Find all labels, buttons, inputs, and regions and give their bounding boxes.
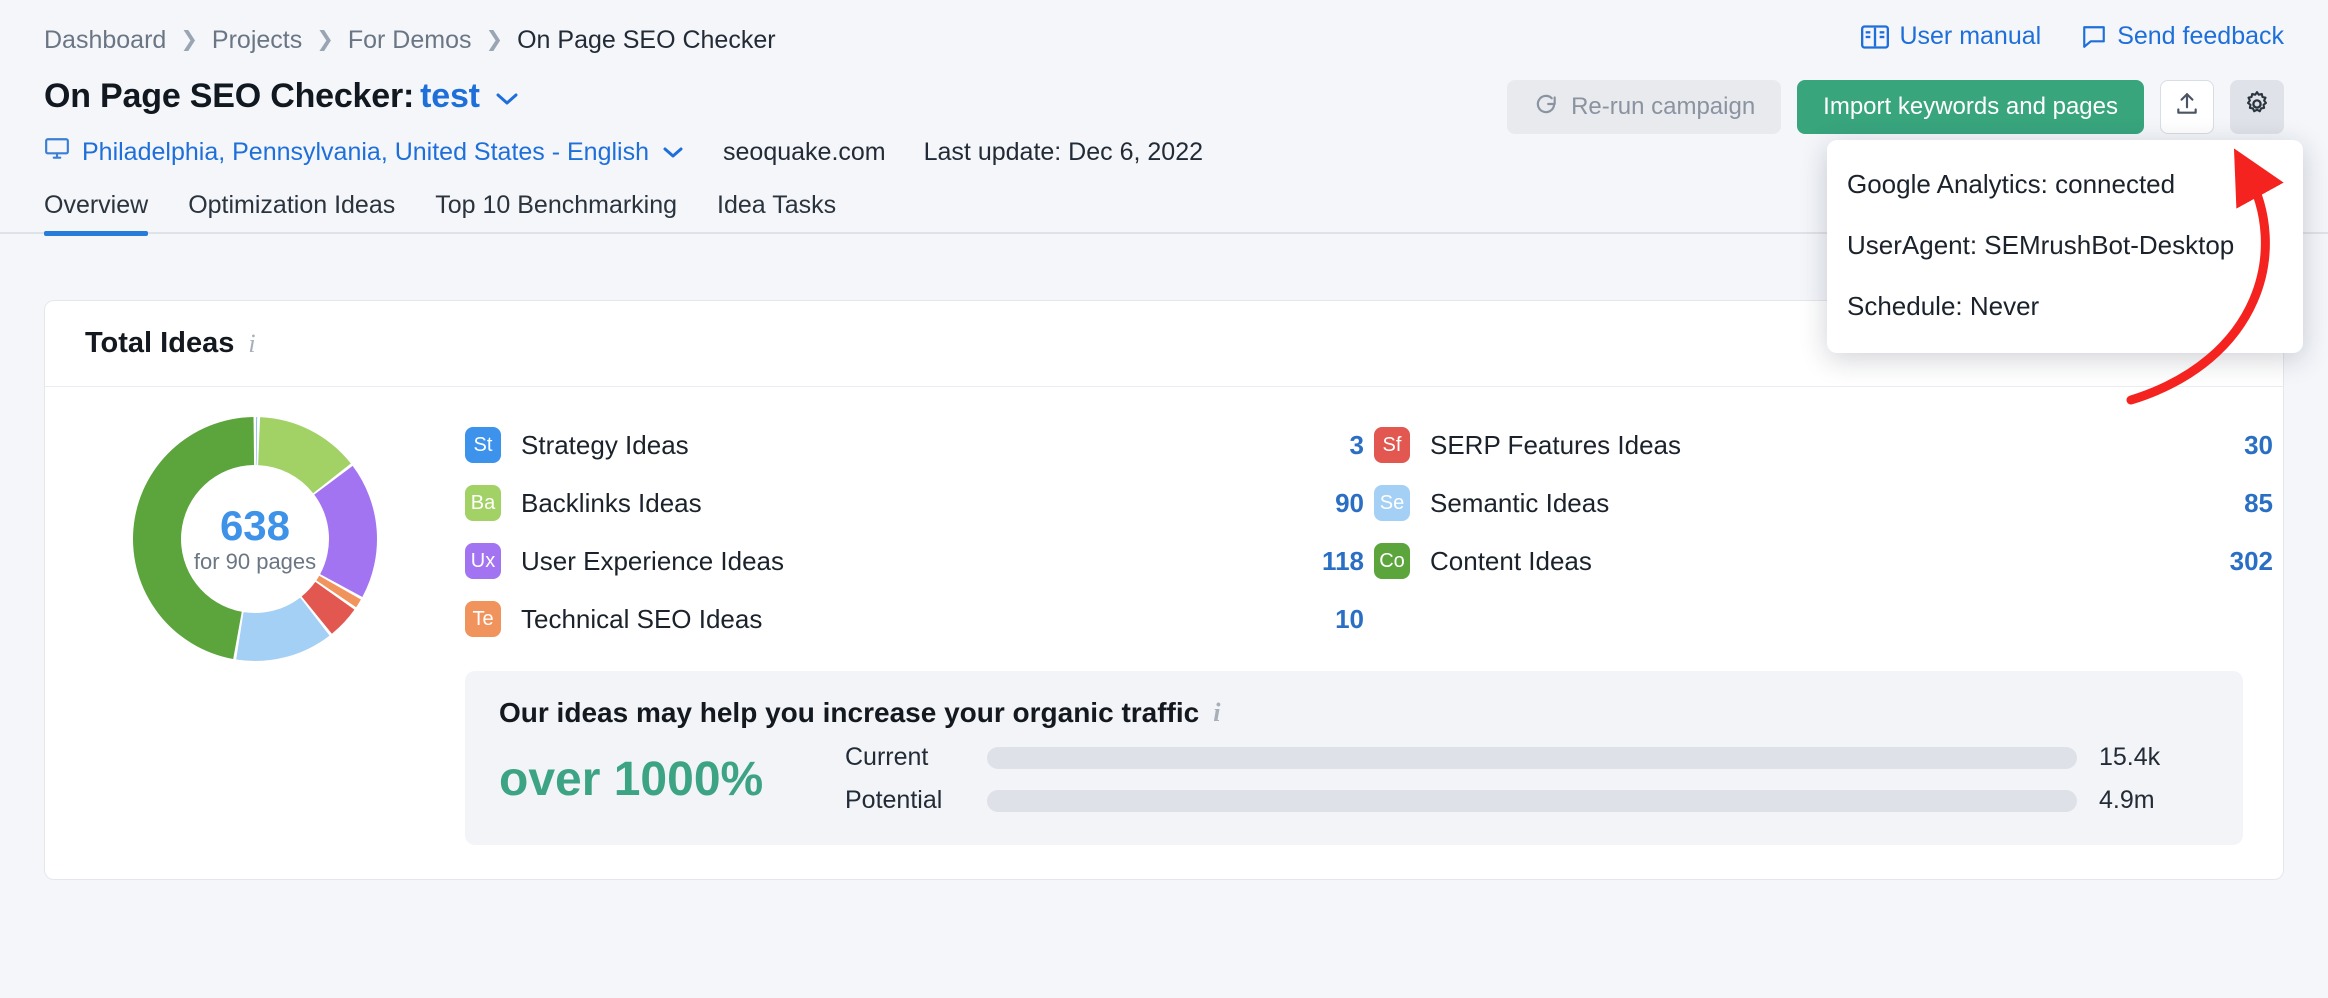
legend-label-content-ideas: Content Ideas [1430, 546, 2193, 577]
legend-label-backlinks-ideas: Backlinks Ideas [521, 488, 1284, 519]
organic-traffic-heading-row: Our ideas may help you increase your org… [499, 697, 2209, 729]
tab-optimization-ideas[interactable]: Optimization Ideas [188, 191, 395, 234]
donut-slice[interactable] [256, 417, 257, 465]
legend-label-semantic-ideas: Semantic Ideas [1430, 488, 2193, 519]
badge-technical-seo-icon: Te [465, 601, 501, 637]
info-icon[interactable]: i [248, 329, 255, 359]
badge-user-experience-icon: Ux [465, 543, 501, 579]
traffic-bar-track-current [987, 747, 2077, 769]
legend-column-right: Sf SERP Features Ideas 30 Se Semantic Id… [1374, 405, 2283, 645]
traffic-bar-row-current: Current 15.4k [845, 743, 2209, 772]
gear-icon [2243, 90, 2271, 125]
legend-label-serp-features-ideas: SERP Features Ideas [1430, 430, 2193, 461]
legend-value-user-experience-ideas: 118 [1284, 546, 1374, 577]
location-chevron-down-icon[interactable] [661, 138, 685, 167]
tab-overview[interactable]: Overview [44, 191, 148, 234]
page-title-prefix: On Page SEO Checker: [44, 77, 414, 115]
book-icon [1861, 24, 1889, 50]
location-label: Philadelphia, Pennsylvania, United State… [82, 138, 649, 167]
badge-backlinks-icon: Ba [465, 485, 501, 521]
organic-traffic-heading: Our ideas may help you increase your org… [499, 697, 1199, 729]
legend-label-strategy-ideas: Strategy Ideas [521, 430, 1284, 461]
traffic-bars: Current 15.4k Potential 4.9m [845, 743, 2209, 815]
rerun-campaign-button[interactable]: Re-run campaign [1507, 80, 1781, 134]
breadcrumb-item-current: On Page SEO Checker [517, 26, 775, 55]
legend-row-backlinks-ideas[interactable]: Ba Backlinks Ideas 90 [465, 477, 1374, 529]
settings-menu-item-google-analytics[interactable]: Google Analytics: connected [1827, 154, 2303, 215]
legend-value-serp-features-ideas: 30 [2193, 430, 2283, 461]
traffic-bar-label-current: Current [845, 743, 965, 772]
badge-content-icon: Co [1374, 543, 1410, 579]
top-utility-links: User manual Send feedback [1861, 22, 2284, 51]
import-keywords-label: Import keywords and pages [1823, 93, 2118, 121]
action-buttons: Re-run campaign Import keywords and page… [1507, 80, 2284, 134]
breadcrumb-item-projects[interactable]: Projects [212, 26, 302, 55]
total-ideas-card: Total Ideas i 638 for 90 pages St Strate… [44, 300, 2284, 880]
tab-idea-tasks[interactable]: Idea Tasks [717, 191, 836, 234]
send-feedback-link[interactable]: Send feedback [2081, 22, 2284, 51]
legend-value-semantic-ideas: 85 [2193, 488, 2283, 519]
tab-top-10-benchmarking[interactable]: Top 10 Benchmarking [435, 191, 677, 234]
legend-row-technical-seo-ideas[interactable]: Te Technical SEO Ideas 10 [465, 593, 1374, 645]
traffic-bar-row-potential: Potential 4.9m [845, 786, 2209, 815]
speech-bubble-icon [2081, 24, 2107, 50]
legend-row-content-ideas[interactable]: Co Content Ideas 302 [1374, 535, 2283, 587]
legend-row-strategy-ideas[interactable]: St Strategy Ideas 3 [465, 419, 1374, 471]
donut-svg [131, 415, 379, 663]
organic-traffic-panel: Our ideas may help you increase your org… [465, 671, 2243, 845]
settings-button[interactable] [2230, 80, 2284, 134]
breadcrumb-item-for-demos[interactable]: For Demos [348, 26, 472, 55]
traffic-bar-value-potential: 4.9m [2099, 786, 2209, 815]
monitor-icon [44, 136, 70, 169]
organic-traffic-body: over 1000% Current 15.4k Potential [499, 743, 2209, 815]
legend-column-left: St Strategy Ideas 3 Ba Backlinks Ideas 9… [465, 405, 1374, 645]
legend-label-technical-seo-ideas: Technical SEO Ideas [521, 604, 1284, 635]
organic-traffic-info-icon[interactable]: i [1213, 698, 1220, 728]
legend-label-user-experience-ideas: User Experience Ideas [521, 546, 1284, 577]
breadcrumb-chevron-icon: ❯ [316, 29, 334, 50]
export-button[interactable] [2160, 80, 2214, 134]
settings-menu-item-useragent[interactable]: UserAgent: SEMrushBot-Desktop [1827, 215, 2303, 276]
user-manual-label: User manual [1899, 22, 2041, 51]
location-selector[interactable]: Philadelphia, Pennsylvania, United State… [44, 136, 685, 169]
rerun-campaign-label: Re-run campaign [1571, 93, 1755, 121]
donut-chart-wrap: 638 for 90 pages [45, 405, 465, 845]
donut-slice[interactable] [314, 466, 377, 597]
breadcrumb-chevron-icon: ❯ [485, 29, 503, 50]
legend-value-content-ideas: 302 [2193, 546, 2283, 577]
page-title: On Page SEO Checker:test [44, 77, 520, 116]
send-feedback-label: Send feedback [2117, 22, 2284, 51]
user-manual-link[interactable]: User manual [1861, 22, 2041, 51]
organic-traffic-percent: over 1000% [499, 752, 819, 807]
legend-value-strategy-ideas: 3 [1284, 430, 1374, 461]
traffic-bar-value-current: 15.4k [2099, 743, 2209, 772]
settings-menu-item-schedule[interactable]: Schedule: Never [1827, 276, 2303, 337]
legend-row-user-experience-ideas[interactable]: Ux User Experience Ideas 118 [465, 535, 1374, 587]
badge-strategy-icon: St [465, 427, 501, 463]
legend-columns: St Strategy Ideas 3 Ba Backlinks Ideas 9… [465, 405, 2283, 645]
badge-serp-features-icon: Sf [1374, 427, 1410, 463]
total-ideas-title: Total Ideas [85, 327, 234, 360]
total-ideas-donut-chart[interactable]: 638 for 90 pages [131, 415, 379, 663]
refresh-icon [1533, 91, 1559, 124]
upload-icon [2174, 91, 2200, 124]
breadcrumb-item-dashboard[interactable]: Dashboard [44, 26, 166, 55]
campaign-name[interactable]: test [420, 77, 480, 115]
legend-value-backlinks-ideas: 90 [1284, 488, 1374, 519]
traffic-bar-track-potential [987, 790, 2077, 812]
donut-slice[interactable] [133, 417, 254, 659]
traffic-bar-label-potential: Potential [845, 786, 965, 815]
campaign-chevron-down-icon[interactable] [494, 77, 520, 116]
legend-row-semantic-ideas[interactable]: Se Semantic Ideas 85 [1374, 477, 2283, 529]
breadcrumb-chevron-icon: ❯ [180, 29, 198, 50]
settings-dropdown-menu: Google Analytics: connected UserAgent: S… [1827, 140, 2303, 353]
legend-row-serp-features-ideas[interactable]: Sf SERP Features Ideas 30 [1374, 419, 2283, 471]
import-keywords-button[interactable]: Import keywords and pages [1797, 80, 2144, 134]
total-ideas-card-body: 638 for 90 pages St Strategy Ideas 3 Ba … [45, 387, 2283, 879]
domain-label: seoquake.com [723, 138, 886, 167]
badge-semantic-icon: Se [1374, 485, 1410, 521]
last-update-label: Last update: Dec 6, 2022 [924, 138, 1203, 167]
legend-value-technical-seo-ideas: 10 [1284, 604, 1374, 635]
